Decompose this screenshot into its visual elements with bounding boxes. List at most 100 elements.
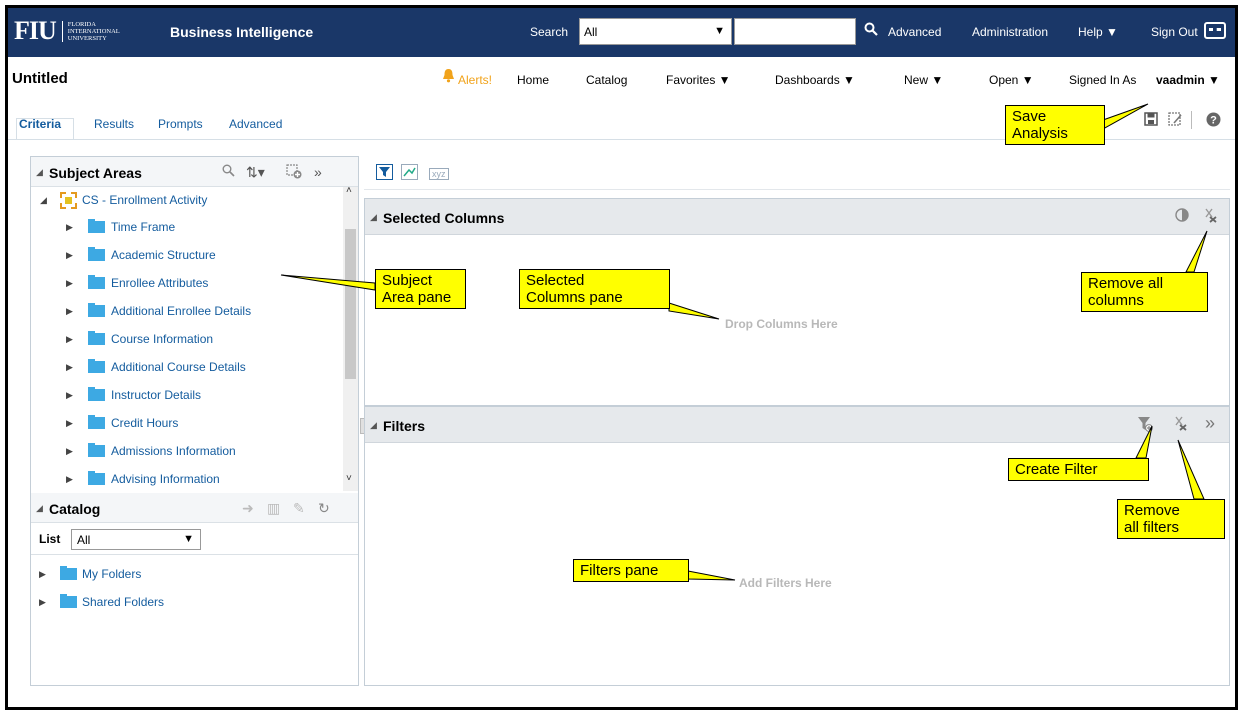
folder-label: Instructor Details (111, 388, 202, 402)
search-icon[interactable] (222, 164, 235, 180)
subject-area-folder[interactable]: ▶ Course Information (31, 326, 331, 352)
tab-prompts[interactable]: Prompts (158, 117, 203, 131)
collapsed-triangle-icon[interactable]: ▶ (39, 597, 46, 608)
page-title: Untitled (12, 70, 68, 87)
remove-all-columns-icon[interactable] (1203, 208, 1217, 227)
save-icon[interactable] (1144, 112, 1158, 130)
collapsed-triangle-icon[interactable]: ▶ (66, 446, 73, 457)
subject-area-folder[interactable]: ▶ Enrollee Attributes (31, 270, 331, 296)
callout-subject-area-pane: Subject Area pane (375, 269, 466, 309)
tab-results[interactable]: Results (94, 117, 134, 131)
collapsed-triangle-icon[interactable]: ▶ (66, 362, 73, 373)
top-bar: FIU FLORIDA INTERNATIONAL UNIVERSITY Bus… (8, 8, 1235, 57)
toggle-view-icon[interactable] (1175, 208, 1189, 226)
search-icon[interactable] (864, 22, 878, 39)
catalog-folder[interactable]: ▶ Shared Folders (31, 589, 331, 615)
help-icon[interactable]: ? (1206, 112, 1221, 131)
subject-area-root-label: CS - Enrollment Activity (82, 193, 208, 207)
fiu-logo[interactable]: FIU FLORIDA INTERNATIONAL UNIVERSITY (14, 16, 120, 45)
folder-icon (88, 443, 105, 457)
arrow-right-icon[interactable]: ➜ (242, 500, 254, 517)
collapsed-triangle-icon[interactable]: ▶ (66, 306, 73, 317)
subject-area-folder[interactable]: ▶ Time Frame (31, 214, 331, 240)
list-label: List (39, 532, 61, 546)
collapsed-triangle-icon[interactable]: ▶ (66, 390, 73, 401)
catalog-title: Catalog (49, 501, 101, 517)
administration-link[interactable]: Administration (972, 25, 1048, 39)
callout-save-analysis: Save Analysis (1005, 105, 1105, 145)
collapsed-triangle-icon[interactable]: ▶ (66, 474, 73, 485)
subject-area-folder[interactable]: ▶ Academic Structure (31, 242, 331, 268)
add-subject-area-icon[interactable] (286, 164, 302, 182)
sign-out-link[interactable]: Sign Out (1151, 25, 1198, 39)
collapsed-triangle-icon[interactable]: ▶ (66, 278, 73, 289)
sort-icon[interactable]: ⇅▾ (246, 164, 265, 181)
catalog-link[interactable]: Catalog (586, 73, 627, 87)
app-title: Business Intelligence (170, 24, 314, 40)
favorites-menu[interactable]: Favorites ▼ (666, 73, 731, 87)
filters-title: Filters (383, 418, 426, 434)
collapse-triangle-icon[interactable]: ◢ (36, 503, 43, 514)
subject-area-folder[interactable]: ▶ Credit Hours (31, 410, 331, 436)
tab-advanced[interactable]: Advanced (229, 117, 282, 131)
apps-grid-icon[interactable] (1204, 22, 1226, 39)
subject-area-root[interactable]: ◢ CS - Enrollment Activity (31, 187, 331, 213)
catalog-list-select[interactable]: All ▼ (71, 529, 201, 550)
collapsed-triangle-icon[interactable]: ▶ (66, 418, 73, 429)
subject-area-folder[interactable]: ▶ Additional Enrollee Details (31, 298, 331, 324)
scroll-down-icon[interactable]: ˅ (346, 473, 352, 484)
logo-text: FIU (14, 16, 57, 45)
user-menu[interactable]: vaadmin ▼ (1156, 73, 1220, 87)
collapsed-triangle-icon[interactable]: ▶ (39, 569, 46, 580)
filter-icon[interactable] (376, 164, 393, 184)
catalog-folder[interactable]: ▶ My Folders (31, 561, 331, 587)
copy-icon[interactable]: ▥ (267, 500, 280, 517)
scroll-up-icon[interactable]: ˄ (346, 185, 352, 196)
folder-label: Enrollee Attributes (111, 276, 209, 290)
refresh-icon[interactable]: ↻ (318, 500, 330, 517)
subject-areas-header: ◢ Subject Areas ⇅▾ » (31, 157, 358, 187)
search-label: Search (530, 25, 569, 39)
xyz-icon[interactable]: xyz (429, 168, 449, 180)
signed-in-label: Signed In As (1069, 73, 1137, 87)
subject-areas-scrollbar[interactable]: ˄ ˅ (343, 185, 358, 491)
filters-pane[interactable]: ◢ Filters » Add Filters Here (364, 406, 1230, 686)
collapsed-triangle-icon[interactable]: ▶ (66, 222, 73, 233)
dashboards-menu[interactable]: Dashboards ▼ (775, 73, 855, 87)
callout-remove-all-filters: Remove all filters (1117, 499, 1225, 539)
subject-area-folder[interactable]: ▶ Additional Course Details (31, 354, 331, 380)
edit-pencil-icon[interactable]: ✎ (293, 500, 305, 517)
folder-label: Shared Folders (82, 595, 165, 609)
collapse-triangle-icon[interactable]: ◢ (370, 420, 377, 431)
expand-double-chevron-icon[interactable]: » (314, 164, 322, 180)
search-input[interactable] (734, 18, 856, 45)
chevron-down-icon: ▼ (183, 533, 194, 545)
remove-all-filters-icon[interactable] (1173, 416, 1187, 435)
expanded-triangle-icon[interactable]: ◢ (40, 195, 47, 206)
create-filter-icon[interactable] (1137, 416, 1153, 436)
catalog-header: ◢ Catalog ➜ ▥ ✎ ↻ (31, 493, 358, 523)
subject-area-folder[interactable]: ▶ Admissions Information (31, 438, 331, 464)
collapsed-triangle-icon[interactable]: ▶ (66, 250, 73, 261)
subject-area-folder[interactable]: ▶ Instructor Details (31, 382, 331, 408)
folder-icon (88, 219, 105, 233)
new-menu[interactable]: New ▼ (904, 73, 943, 87)
subject-area-folder[interactable]: ▶ Advising Information (31, 466, 331, 491)
search-scope-select[interactable]: All ▼ (579, 18, 732, 45)
save-as-icon[interactable] (1168, 112, 1183, 130)
toolbar-divider (1191, 111, 1192, 129)
callout-remove-all-columns: Remove all columns (1081, 272, 1208, 312)
collapsed-triangle-icon[interactable]: ▶ (66, 334, 73, 345)
advanced-link[interactable]: Advanced (888, 25, 941, 39)
collapse-triangle-icon[interactable]: ◢ (36, 167, 43, 178)
scrollbar-thumb[interactable] (345, 229, 356, 379)
alerts-link[interactable]: Alerts! (458, 73, 492, 87)
bell-icon[interactable] (441, 68, 456, 87)
collapse-triangle-icon[interactable]: ◢ (370, 212, 377, 223)
window-frame: FIU FLORIDA INTERNATIONAL UNIVERSITY Bus… (5, 5, 1238, 710)
home-link[interactable]: Home (517, 73, 549, 87)
help-menu[interactable]: Help ▼ (1078, 25, 1118, 39)
expand-double-chevron-icon[interactable]: » (1205, 413, 1215, 434)
open-menu[interactable]: Open ▼ (989, 73, 1034, 87)
column-properties-icon[interactable] (401, 164, 418, 184)
